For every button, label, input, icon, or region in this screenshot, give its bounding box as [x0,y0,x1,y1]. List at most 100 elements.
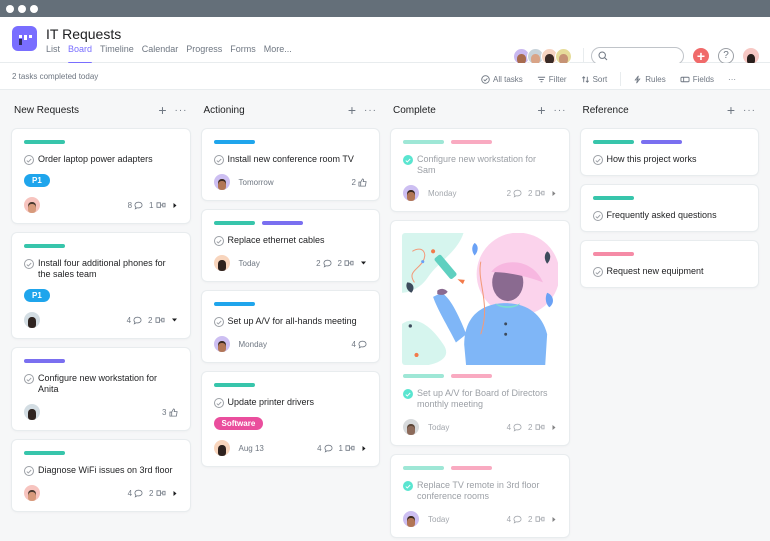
task-card[interactable]: Install four additional phones for the s… [12,233,190,338]
assignee-avatar[interactable] [24,312,40,328]
task-name[interactable]: Install new conference room TV [228,154,354,165]
subtask-count[interactable]: 2 [528,515,544,524]
task-card[interactable]: Diagnose WiFi issues on 3rd floor 4 2 [12,440,190,511]
assignee-avatar[interactable] [403,185,419,201]
assignee-avatar[interactable] [24,197,40,213]
completed-check-icon[interactable] [403,389,413,399]
due-date[interactable]: Monday [428,189,456,198]
help-button[interactable]: ? [718,48,734,64]
column-more-button[interactable]: ··· [175,105,188,116]
task-card[interactable]: Set up A/V for Board of Directors monthl… [391,221,569,445]
task-name[interactable]: Configure new workstation for Sam [417,154,557,176]
tab-list[interactable]: List [46,44,64,63]
complete-task-checkbox[interactable] [213,398,224,408]
task-card[interactable]: Request new equipment [580,241,758,287]
comment-count[interactable]: 4 [317,444,333,453]
tab-timeline[interactable]: Timeline [100,44,138,63]
comment-count[interactable]: 4 [128,489,143,498]
assignee-avatar[interactable] [403,419,419,435]
tag-p1[interactable]: P1 [24,289,50,302]
column-more-button[interactable]: ··· [554,105,567,116]
task-cover-image[interactable] [402,233,558,365]
task-name[interactable]: Configure new workstation for Anita [38,373,178,395]
complete-task-checkbox[interactable] [213,317,224,327]
window-maximize-button[interactable] [30,4,38,13]
assignee-avatar[interactable] [213,255,230,271]
comment-count[interactable]: 4 [352,340,367,349]
task-card[interactable]: Replace TV remote in 3rd floor conferenc… [391,455,569,537]
more-options-button[interactable]: ··· [728,75,736,84]
tag-software[interactable]: Software [213,417,264,430]
complete-task-checkbox[interactable] [592,267,603,277]
task-name[interactable]: How this project works [607,154,697,165]
task-card[interactable]: Configure new workstation for Sam Monday 2… [391,129,569,211]
column-more-button[interactable]: ··· [364,105,377,116]
task-name[interactable]: Set up A/V for Board of Directors monthl… [417,388,557,410]
complete-task-checkbox[interactable] [24,155,34,165]
assignee-avatar[interactable] [213,440,230,456]
completed-check-icon[interactable] [403,155,413,165]
like-count[interactable]: 3 [162,408,178,417]
expand-down-icon[interactable] [171,317,178,323]
user-avatar[interactable] [743,48,759,64]
fields-button[interactable]: Fields [680,75,714,84]
due-date[interactable]: Monday [239,340,267,349]
complete-task-checkbox[interactable] [24,259,34,269]
due-date[interactable]: Today [239,259,260,268]
quick-add-button[interactable]: + [693,48,709,64]
due-date[interactable]: Today [428,423,449,432]
task-card[interactable]: Update printer drivers Software Aug 13 4 1 [201,372,379,466]
complete-task-checkbox[interactable] [592,211,603,221]
add-task-button[interactable]: + [537,103,545,117]
subtask-count[interactable]: 2 [528,423,544,432]
add-task-button[interactable]: + [158,103,166,117]
task-name[interactable]: Replace TV remote in 3rd floor conferenc… [417,480,557,502]
complete-task-checkbox[interactable] [24,466,34,476]
task-card[interactable]: Set up A/V for all-hands meeting Monday 4 [201,291,379,362]
expand-right-icon[interactable] [361,445,367,452]
assignee-avatar[interactable] [403,511,419,527]
complete-task-checkbox[interactable] [213,236,224,246]
complete-task-checkbox[interactable] [213,155,224,165]
subtask-count[interactable]: 2 [148,316,164,325]
completed-check-icon[interactable] [403,481,413,491]
expand-right-icon[interactable] [551,190,557,197]
task-name[interactable]: Replace ethernet cables [228,235,325,246]
all-tasks-button[interactable]: All tasks [481,75,523,84]
assignee-avatar[interactable] [24,485,40,501]
assignee-avatar[interactable] [213,336,230,352]
window-minimize-button[interactable] [18,4,26,13]
subtask-count[interactable]: 1 [339,444,355,453]
tab-forms[interactable]: Forms [230,44,260,63]
expand-right-icon[interactable] [172,202,178,209]
task-name[interactable]: Update printer drivers [228,397,315,408]
task-name[interactable]: Order laptop power adapters [38,154,153,165]
subtask-count[interactable]: 1 [149,201,165,210]
tag-p1[interactable]: P1 [24,174,50,187]
comment-count[interactable]: 4 [127,316,142,325]
comment-count[interactable]: 8 [128,201,143,210]
sort-button[interactable]: Sort [581,75,607,84]
tab-more[interactable]: More... [264,44,296,63]
task-card[interactable]: Configure new workstation for Anita 3 [12,348,190,430]
expand-right-icon[interactable] [551,516,557,523]
assignee-avatar[interactable] [213,174,230,190]
task-name[interactable]: Install four additional phones for the s… [38,258,178,280]
task-card[interactable]: Install new conference room TV Tomorrow 2 [201,129,379,200]
add-task-button[interactable]: + [727,103,735,117]
complete-task-checkbox[interactable] [592,155,603,165]
task-name[interactable]: Request new equipment [607,266,704,277]
task-name[interactable]: Diagnose WiFi issues on 3rd floor [38,465,173,476]
task-name[interactable]: Set up A/V for all-hands meeting [228,316,357,327]
tab-board[interactable]: Board [68,44,96,64]
expand-right-icon[interactable] [551,424,557,431]
expand-right-icon[interactable] [172,490,178,497]
task-card[interactable]: Replace ethernet cables Today 2 2 [201,210,379,281]
task-card[interactable]: How this project works [580,129,758,175]
complete-task-checkbox[interactable] [24,374,34,384]
comment-count[interactable]: 4 [507,515,522,524]
subtask-count[interactable]: 2 [149,489,165,498]
subtask-count[interactable]: 2 [528,189,544,198]
column-more-button[interactable]: ··· [743,105,756,116]
filter-button[interactable]: Filter [537,75,567,84]
